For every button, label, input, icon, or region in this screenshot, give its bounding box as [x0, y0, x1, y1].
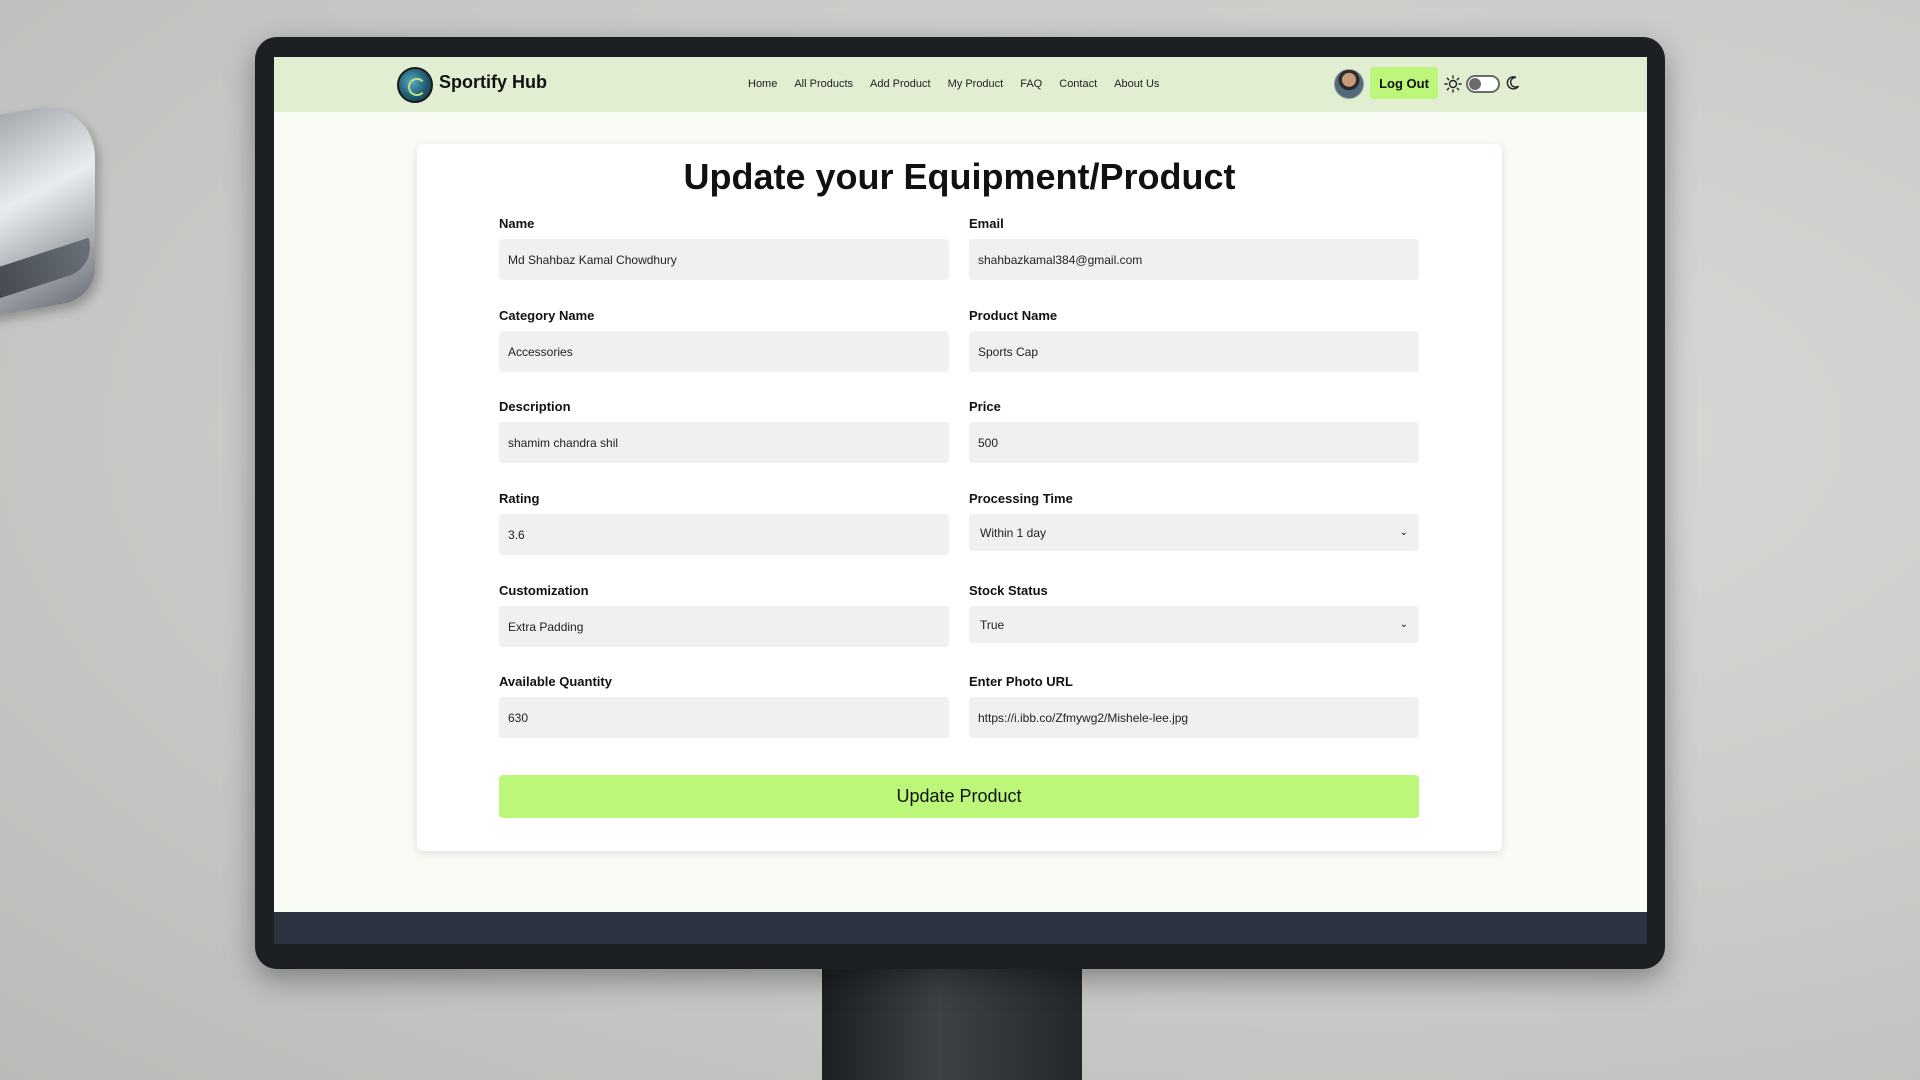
- brand-name[interactable]: Sportify Hub: [439, 72, 547, 93]
- name-field-group: Name Md Shahbaz Kamal Chowdhury: [499, 216, 949, 280]
- customization-field-group: Customization Extra Padding: [499, 583, 949, 647]
- nav-link-about-us[interactable]: About Us: [1114, 78, 1159, 90]
- email-field-group: Email shahbazkamal384@gmail.com: [969, 216, 1419, 280]
- category-label: Category Name: [499, 308, 595, 323]
- price-field-group: Price 500: [969, 399, 1419, 463]
- rating-field-group: Rating 3.6: [499, 491, 949, 555]
- sun-icon: [1444, 75, 1462, 93]
- price-label: Price: [969, 399, 1001, 414]
- photo-url-label: Enter Photo URL: [969, 674, 1073, 689]
- stock-status-value: True: [980, 617, 1005, 632]
- description-label: Description: [499, 399, 571, 414]
- nav-link-all-products[interactable]: All Products: [794, 78, 853, 90]
- description-field-group: Description shamim chandra shil: [499, 399, 949, 463]
- chevron-down-icon: ⌄: [1399, 527, 1408, 538]
- product-name-input[interactable]: Sports Cap: [969, 331, 1419, 372]
- processing-time-label: Processing Time: [969, 491, 1073, 506]
- quantity-field-group: Available Quantity 630: [499, 674, 949, 738]
- logout-button[interactable]: Log Out: [1370, 67, 1438, 99]
- customization-label: Customization: [499, 583, 589, 598]
- price-input[interactable]: 500: [969, 422, 1419, 463]
- processing-time-field-group: Processing Time Within 1 day ⌄: [969, 491, 1419, 551]
- nav-link-contact[interactable]: Contact: [1059, 78, 1097, 90]
- nav-link-my-product[interactable]: My Product: [948, 78, 1004, 90]
- stock-status-select[interactable]: True ⌄: [969, 606, 1419, 643]
- browser-viewport: Sportify Hub Home All Products Add Produ…: [274, 57, 1647, 944]
- description-input[interactable]: shamim chandra shil: [499, 422, 949, 463]
- monitor-stand: [822, 965, 1082, 1080]
- product-name-field-group: Product Name Sports Cap: [969, 308, 1419, 372]
- category-field-group: Category Name Accessories: [499, 308, 949, 372]
- customization-input[interactable]: Extra Padding: [499, 606, 949, 647]
- chevron-down-icon: ⌄: [1399, 619, 1408, 630]
- update-product-card: Update your Equipment/Product Name Md Sh…: [417, 144, 1502, 851]
- user-avatar[interactable]: [1334, 69, 1364, 99]
- photo-url-field-group: Enter Photo URL https://i.ibb.co/Zfmywg2…: [969, 674, 1419, 738]
- theme-toggle[interactable]: [1466, 75, 1500, 93]
- nav-link-home[interactable]: Home: [748, 78, 777, 90]
- stock-status-field-group: Stock Status True ⌄: [969, 583, 1419, 643]
- email-label: Email: [969, 216, 1004, 231]
- navbar: Sportify Hub Home All Products Add Produ…: [274, 57, 1647, 112]
- quantity-input[interactable]: 630: [499, 697, 949, 738]
- nav-links: Home All Products Add Product My Product…: [748, 78, 1159, 90]
- rating-label: Rating: [499, 491, 540, 506]
- quantity-label: Available Quantity: [499, 674, 612, 689]
- page-footer: [274, 912, 1647, 944]
- moon-icon: [1506, 76, 1520, 90]
- nav-link-faq[interactable]: FAQ: [1020, 78, 1042, 90]
- page-title: Update your Equipment/Product: [683, 156, 1236, 197]
- name-input[interactable]: Md Shahbaz Kamal Chowdhury: [499, 239, 949, 280]
- category-input[interactable]: Accessories: [499, 331, 949, 372]
- stock-status-label: Stock Status: [969, 583, 1048, 598]
- logo-icon[interactable]: [397, 67, 433, 103]
- rating-input[interactable]: 3.6: [499, 514, 949, 555]
- update-product-button[interactable]: Update Product: [499, 775, 1419, 818]
- processing-time-select[interactable]: Within 1 day ⌄: [969, 514, 1419, 551]
- name-label: Name: [499, 216, 535, 231]
- photo-url-input[interactable]: https://i.ibb.co/Zfmywg2/Mishele-lee.jpg: [969, 697, 1419, 738]
- product-name-label: Product Name: [969, 308, 1058, 323]
- email-input[interactable]: shahbazkamal384@gmail.com: [969, 239, 1419, 280]
- processing-time-value: Within 1 day: [980, 525, 1047, 540]
- nav-link-add-product[interactable]: Add Product: [870, 78, 931, 90]
